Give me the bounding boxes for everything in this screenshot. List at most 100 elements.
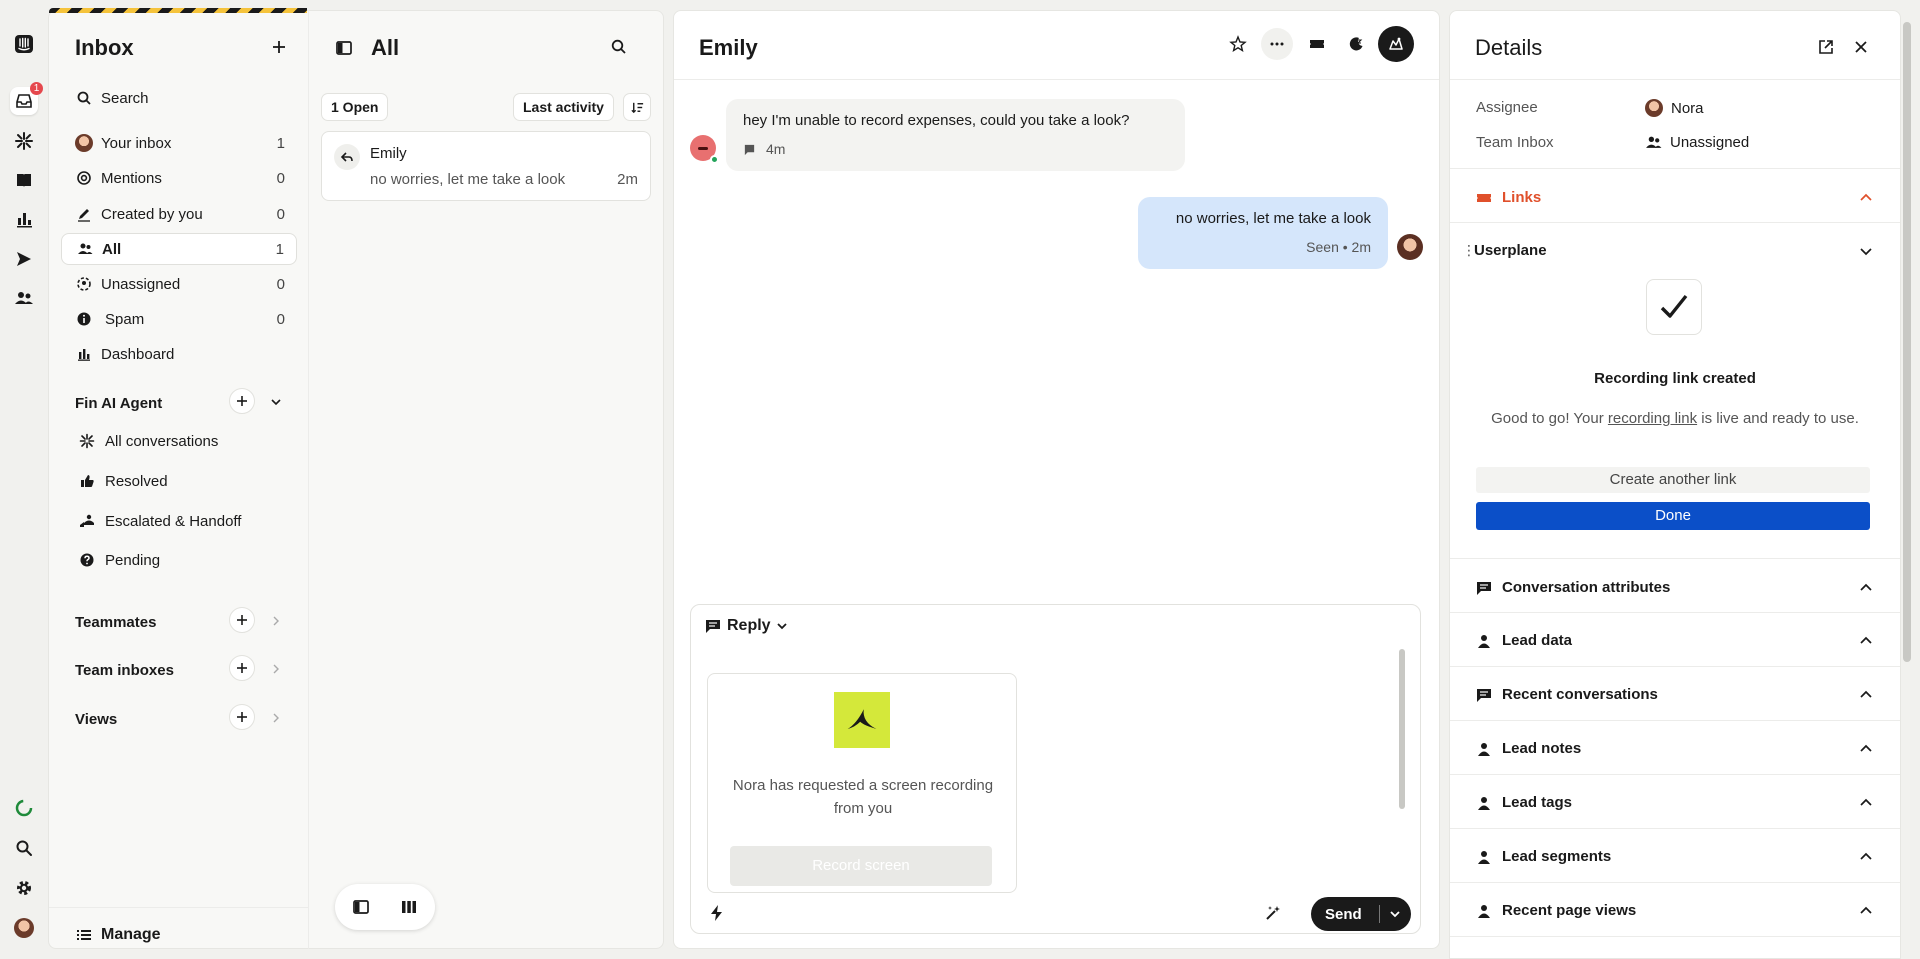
userplane-section-header[interactable]: Userplane xyxy=(1474,242,1547,259)
composer-scrollbar[interactable] xyxy=(1397,647,1407,895)
fin-icon[interactable] xyxy=(10,127,38,155)
assignee-value[interactable]: Nora xyxy=(1645,99,1704,117)
inbox-icon[interactable]: 1 xyxy=(10,82,43,115)
fin-pending[interactable]: Pending xyxy=(79,546,160,574)
single-pane-button[interactable] xyxy=(350,896,372,918)
views-heading[interactable]: Views xyxy=(75,711,117,728)
team-inboxes-heading[interactable]: Team inboxes xyxy=(75,662,174,679)
chevron-up-icon[interactable] xyxy=(1858,903,1874,919)
chevron-down-icon[interactable] xyxy=(1858,243,1874,259)
chevron-up-icon[interactable] xyxy=(1858,687,1874,703)
sort-order-button[interactable] xyxy=(623,93,651,121)
snooze-button[interactable] xyxy=(1340,28,1372,60)
columns-pane-button[interactable] xyxy=(398,896,420,918)
section-title: Recent page views xyxy=(1502,902,1637,919)
chevron-up-icon[interactable] xyxy=(1858,580,1874,596)
chevron-up-icon[interactable] xyxy=(1858,741,1874,757)
chevron-down-icon[interactable] xyxy=(1388,907,1402,921)
inbox-search[interactable]: Search xyxy=(61,82,297,114)
create-another-link-button[interactable]: Create another link xyxy=(1476,467,1870,493)
user-avatar[interactable] xyxy=(10,914,38,942)
inbox-badge: 1 xyxy=(30,82,43,95)
section-lead-data[interactable]: Lead data xyxy=(1476,632,1572,649)
new-conversation-button[interactable] xyxy=(265,33,293,61)
contacts-people-icon[interactable] xyxy=(10,284,38,312)
star-button[interactable] xyxy=(1222,28,1254,60)
page-scrollbar[interactable] xyxy=(1903,22,1911,662)
open-filter-dropdown[interactable]: 1 Open xyxy=(321,93,389,121)
reply-mode-dropdown[interactable]: Reply xyxy=(705,617,789,635)
sub-item-label: Resolved xyxy=(105,472,168,490)
reply-icon xyxy=(334,144,360,170)
manage-button[interactable]: Manage xyxy=(61,919,297,951)
divider xyxy=(1450,720,1900,721)
chevron-down-icon[interactable] xyxy=(269,395,283,409)
section-recent-conversations[interactable]: Recent conversations xyxy=(1476,686,1658,703)
chevron-up-icon[interactable] xyxy=(1858,849,1874,865)
nav-your-inbox[interactable]: Your inbox 1 xyxy=(61,127,297,159)
more-options-button[interactable] xyxy=(1261,28,1293,60)
details-panel: Details Assignee Nora Team Inbox Unassig… xyxy=(1449,10,1901,959)
chevron-up-icon[interactable] xyxy=(1858,795,1874,811)
person-icon xyxy=(1478,796,1490,810)
app-logo-icon[interactable] xyxy=(10,30,38,58)
team-inboxes-add-button[interactable] xyxy=(229,655,255,681)
ai-compose-button[interactable] xyxy=(1261,901,1285,925)
ticket-button[interactable] xyxy=(1301,28,1333,60)
list-icon xyxy=(75,926,93,944)
section-recent-page-views[interactable]: Recent page views xyxy=(1476,902,1636,919)
reports-chart-icon[interactable] xyxy=(10,205,38,233)
fin-resolved[interactable]: Resolved xyxy=(79,467,168,495)
teammates-heading[interactable]: Teammates xyxy=(75,614,156,631)
sort-dropdown[interactable]: Last activity xyxy=(513,93,614,121)
chevron-right-icon[interactable] xyxy=(269,662,283,676)
teammates-add-button[interactable] xyxy=(229,607,255,633)
nav-spam[interactable]: Spam 0 xyxy=(61,303,297,335)
global-search-icon[interactable] xyxy=(10,834,38,862)
list-search-button[interactable] xyxy=(605,33,633,61)
nav-label: All xyxy=(102,240,122,258)
nav-mentions[interactable]: Mentions 0 xyxy=(61,162,297,194)
send-button[interactable]: Send xyxy=(1311,897,1411,931)
close-conversation-button[interactable] xyxy=(1378,26,1414,62)
close-details-button[interactable] xyxy=(1849,35,1873,59)
links-section-header[interactable]: Links xyxy=(1476,189,1541,206)
open-external-button[interactable] xyxy=(1814,35,1838,59)
chevron-up-icon[interactable] xyxy=(1858,633,1874,649)
toggle-sidebar-button[interactable] xyxy=(333,37,355,59)
record-screen-button[interactable]: Record screen xyxy=(730,846,992,886)
person-icon xyxy=(1478,742,1490,756)
avatar xyxy=(1645,99,1663,117)
section-lead-tags[interactable]: Lead tags xyxy=(1476,794,1572,811)
team-inbox-value[interactable]: Unassigned xyxy=(1645,134,1749,151)
person-icon xyxy=(1478,634,1490,648)
chevron-right-icon[interactable] xyxy=(269,614,283,628)
section-conversation-attributes[interactable]: Conversation attributes xyxy=(1476,579,1670,596)
layout-toggle xyxy=(335,884,435,930)
conversation-title: Emily xyxy=(699,35,758,60)
success-check-icon xyxy=(1646,279,1702,335)
views-add-button[interactable] xyxy=(229,704,255,730)
fin-ai-agent-heading[interactable]: Fin AI Agent xyxy=(75,395,162,412)
conversation-card[interactable]: Emily no worries, let me take a look 2m xyxy=(321,131,651,201)
status-progress-icon[interactable] xyxy=(10,794,38,822)
settings-gear-icon[interactable] xyxy=(10,874,38,902)
conversation-list-panel: All 1 Open Last activity Emily no worrie… xyxy=(309,10,664,949)
chevron-up-icon[interactable] xyxy=(1858,190,1874,206)
knowledge-book-icon[interactable] xyxy=(10,166,38,194)
done-button[interactable]: Done xyxy=(1476,502,1870,530)
nav-unassigned[interactable]: Unassigned 0 xyxy=(61,268,297,300)
fin-all-conversations[interactable]: All conversations xyxy=(79,427,218,455)
search-icon xyxy=(75,89,93,107)
outbound-send-icon[interactable] xyxy=(10,245,38,273)
section-lead-notes[interactable]: Lead notes xyxy=(1476,740,1581,757)
chevron-right-icon[interactable] xyxy=(269,711,283,725)
nav-all[interactable]: All 1 xyxy=(61,233,297,265)
fin-escalated[interactable]: Escalated & Handoff xyxy=(79,507,241,535)
fin-add-button[interactable] xyxy=(229,388,255,414)
section-lead-segments[interactable]: Lead segments xyxy=(1476,848,1611,865)
nav-dashboard[interactable]: Dashboard xyxy=(61,338,297,370)
nav-created-by-you[interactable]: Created by you 0 xyxy=(61,198,297,230)
recording-link[interactable]: recording link xyxy=(1608,410,1697,427)
quick-actions-button[interactable] xyxy=(705,901,729,925)
